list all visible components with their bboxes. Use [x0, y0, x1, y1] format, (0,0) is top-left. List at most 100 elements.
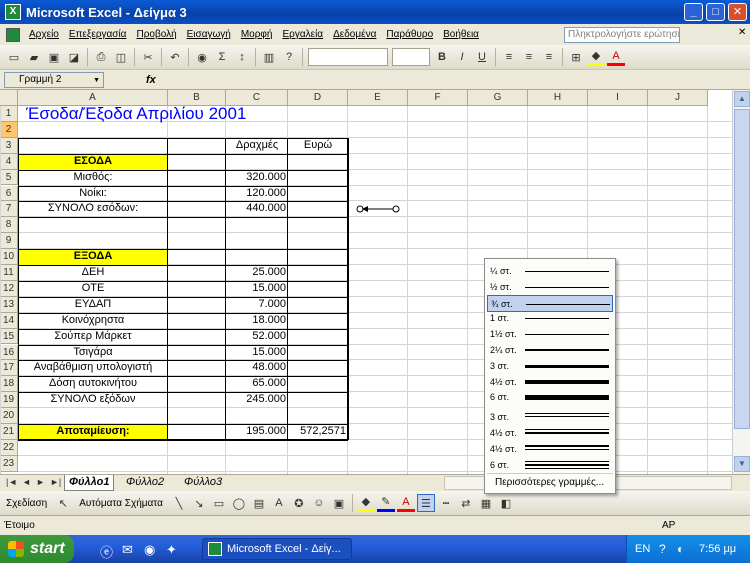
menu-format[interactable]: Μορφή	[236, 29, 278, 40]
expense-label-cell[interactable]: Δόση αυτοκινήτου	[18, 376, 168, 392]
line-style-option[interactable]: 3 στ.	[487, 358, 613, 375]
expense-value-cell[interactable]: 48.000	[226, 360, 288, 376]
line-tool-icon[interactable]: ╲	[170, 494, 188, 512]
row-header[interactable]: 16	[0, 344, 18, 361]
rent-value-cell[interactable]: 120.000	[226, 186, 288, 202]
minimize-button[interactable]: _	[684, 3, 703, 21]
close-document-button[interactable]: ✕	[738, 27, 746, 38]
line-style-option[interactable]: 6 στ.	[487, 389, 613, 406]
media-player-icon[interactable]: ◉	[144, 542, 155, 558]
expense-value-cell[interactable]: 7.000	[226, 297, 288, 313]
row-header[interactable]: 13	[0, 296, 18, 313]
picture-icon[interactable]: ▣	[330, 494, 348, 512]
expense-value-cell[interactable]: 25.000	[226, 265, 288, 281]
fill-color-icon[interactable]: ◆	[587, 48, 605, 66]
column-header[interactable]: D	[288, 90, 348, 106]
print-icon[interactable]: ⎙	[92, 48, 110, 66]
expense-label-cell[interactable]: Αναβάθμιση υπολογιστή	[18, 360, 168, 376]
expense-value-cell[interactable]: 15.000	[226, 345, 288, 361]
line-style-option[interactable]: ¼ στ.	[487, 263, 613, 280]
insert-function-icon[interactable]: fx	[146, 74, 156, 86]
savings-label-cell[interactable]: Αποταμίευση:	[18, 424, 168, 440]
outlook-icon[interactable]: ✉	[122, 542, 133, 558]
oval-tool-icon[interactable]: ◯	[230, 494, 248, 512]
align-center-icon[interactable]: ≡	[520, 48, 538, 66]
row-header[interactable]: 9	[0, 233, 18, 250]
sheet-title-cell[interactable]: Έσοδα/Έξοδα Απριλίου 2001	[24, 105, 324, 122]
line-style-option[interactable]: 4½ στ.	[487, 374, 613, 391]
arrow-tool-icon[interactable]: ↘	[190, 494, 208, 512]
menu-help[interactable]: Βοήθεια	[438, 29, 484, 40]
row-header[interactable]: 17	[0, 360, 18, 377]
line-style-option[interactable]: 3 στ.	[487, 409, 613, 426]
expense-label-cell[interactable]: ΔΕΗ	[18, 265, 168, 281]
line-style-icon[interactable]: ☰	[416, 494, 435, 512]
wordart-icon[interactable]: A	[270, 494, 288, 512]
row-header[interactable]: 8	[0, 217, 18, 234]
sheet-tab-3[interactable]: Φύλλο3	[180, 475, 226, 491]
new-icon[interactable]: ▭	[5, 48, 23, 66]
font-size-box[interactable]	[392, 48, 430, 66]
font-color-icon[interactable]: A	[607, 48, 625, 66]
line-style-option[interactable]: 4½ στ.	[487, 441, 613, 458]
column-header[interactable]: J	[648, 90, 708, 106]
row-header[interactable]: 3	[0, 137, 18, 154]
expense-label-cell[interactable]: Τσιγάρα	[18, 345, 168, 361]
underline-button[interactable]: U	[473, 48, 491, 66]
borders-icon[interactable]: ⊞	[567, 48, 585, 66]
autosum-icon[interactable]: Σ	[213, 48, 231, 66]
quicklaunch-icon[interactable]: ✦	[166, 542, 177, 558]
dash-style-icon[interactable]: ┅	[437, 494, 455, 512]
menu-tools[interactable]: Εργαλεία	[277, 29, 328, 40]
drawn-line-object[interactable]	[356, 203, 400, 215]
name-box[interactable]: Γραμμή 2	[4, 71, 104, 88]
next-sheet-icon[interactable]: ►	[36, 477, 45, 487]
row-header[interactable]: 7	[0, 201, 18, 218]
line-style-option[interactable]: 1 στ.	[487, 310, 613, 327]
row-header[interactable]: 11	[0, 265, 18, 281]
row-header[interactable]: 19	[0, 392, 18, 409]
autoshapes-button[interactable]: Αυτόματα Σχήματα	[79, 498, 163, 509]
expense-label-cell[interactable]: ΕΥΔΑΠ	[18, 297, 168, 313]
line-style-option[interactable]: 4½ στ.	[487, 425, 613, 442]
help-icon[interactable]: ?	[280, 48, 298, 66]
row-header[interactable]: 1	[0, 106, 18, 122]
line-style-option[interactable]: ½ στ.	[487, 279, 613, 296]
line-style-option[interactable]: 2¼ στ.	[487, 342, 613, 359]
row-header[interactable]: 10	[0, 249, 18, 265]
row-header[interactable]: 4	[0, 153, 18, 170]
menu-insert[interactable]: Εισαγωγή	[182, 29, 236, 40]
expense-label-cell[interactable]: Κοινόχρηστα	[18, 313, 168, 329]
column-header[interactable]: H	[528, 90, 588, 106]
column-header[interactable]: G	[468, 90, 528, 106]
salary-value-cell[interactable]: 320.000	[226, 170, 288, 186]
row-header[interactable]: 6	[0, 185, 18, 202]
font-color-draw-icon[interactable]: A	[396, 494, 415, 512]
ask-question-input[interactable]: Πληκτρολογήστε ερώτηση	[564, 27, 680, 43]
salary-label-cell[interactable]: Μισθός:	[18, 170, 168, 186]
row-header[interactable]: 21	[0, 424, 18, 440]
menu-edit[interactable]: Επεξεργασία	[64, 29, 132, 40]
line-style-option[interactable]: 1½ στ.	[487, 326, 613, 343]
undo-icon[interactable]: ↶	[166, 48, 184, 66]
ie-icon[interactable]: ⓔ	[100, 542, 113, 561]
sheet-tab-1[interactable]: Φύλλο1	[64, 475, 115, 491]
expenses-header-cell[interactable]: ΕΞΟΔΑ	[18, 249, 168, 265]
textbox-tool-icon[interactable]: ▤	[250, 494, 268, 512]
first-sheet-icon[interactable]: |◄	[6, 477, 17, 487]
menu-view[interactable]: Προβολή	[131, 29, 181, 40]
taskbar-excel-item[interactable]: Microsoft Excel - Δείγ...	[202, 538, 352, 560]
select-all-corner[interactable]	[0, 90, 18, 106]
document-icon[interactable]	[6, 27, 20, 42]
language-indicator[interactable]: EN	[635, 535, 650, 563]
total-expenses-value-cell[interactable]: 245.000	[226, 392, 288, 408]
draw-menu-button[interactable]: Σχεδίαση	[6, 498, 47, 509]
line-style-option[interactable]: ¾ στ.	[487, 294, 613, 312]
start-button[interactable]: start	[0, 535, 74, 563]
row-header[interactable]: 5	[0, 169, 18, 186]
header-euro-cell[interactable]: Ευρώ	[288, 138, 348, 154]
column-header[interactable]: F	[408, 90, 468, 106]
sort-ascending-icon[interactable]: ↕	[233, 48, 251, 66]
more-lines-option[interactable]: Περισσότερες γραμμές...	[487, 473, 613, 491]
chart-wizard-icon[interactable]: ▥	[260, 48, 278, 66]
